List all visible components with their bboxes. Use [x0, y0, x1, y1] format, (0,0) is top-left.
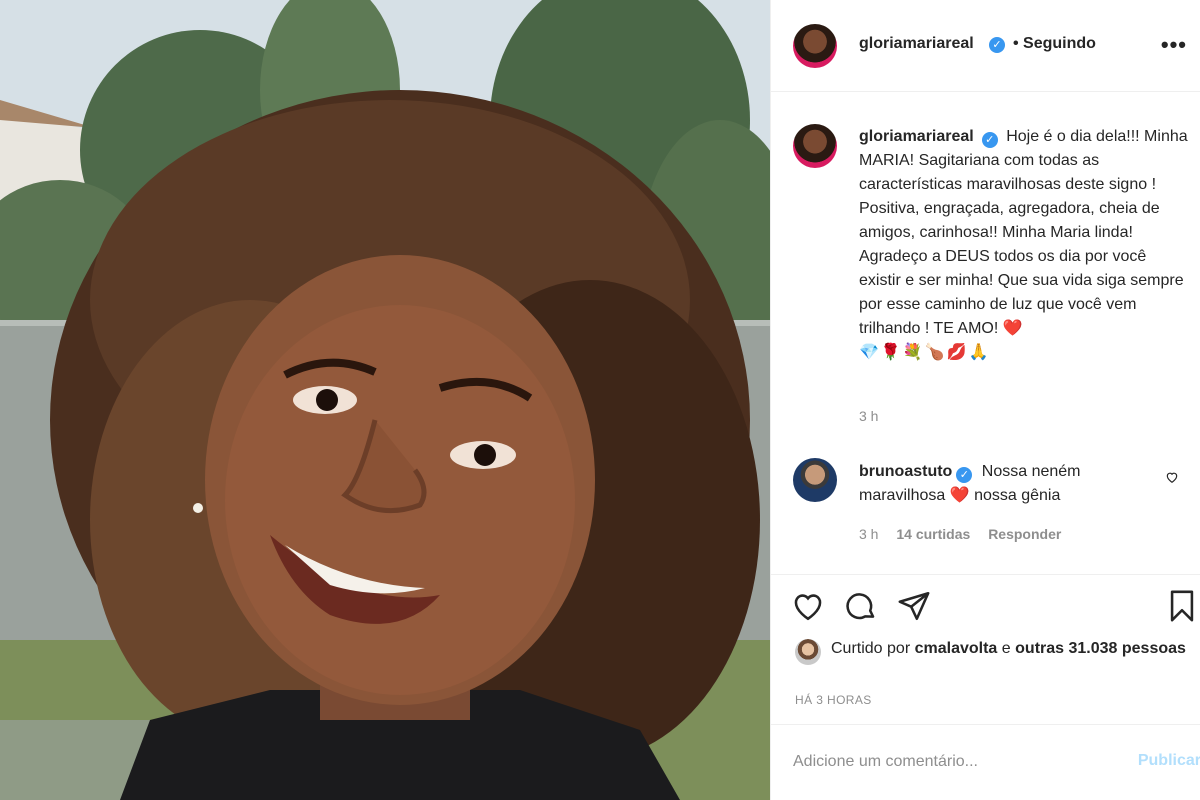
likes-prefix: Curtido por [831, 640, 911, 657]
author-username[interactable]: gloriamariareal [859, 35, 974, 53]
caption-body: gloriamariareal ✓ Hoje é o dia dela!!! Mi… [859, 125, 1189, 365]
comment-input[interactable] [793, 745, 1093, 779]
share-paper-plane-icon[interactable] [897, 589, 931, 623]
likes-text: Curtido por cmalavolta e outras 31.038 p… [831, 637, 1191, 661]
author-avatar[interactable] [793, 24, 837, 68]
comment-body: brunoastuto ✓ Nossa neném maravilhosa ❤️ … [859, 460, 1149, 508]
likes-mid: e [1001, 640, 1011, 657]
reply-button[interactable]: Responder [988, 526, 1061, 542]
comment-bubble-icon[interactable] [844, 589, 878, 623]
caption-time[interactable]: 3 h [859, 408, 878, 424]
commenter-username[interactable]: brunoastuto [859, 463, 952, 480]
add-comment-bar: Publicar [771, 724, 1200, 800]
verified-badge-icon: ✓ [989, 37, 1005, 53]
like-comment-heart-icon[interactable] [1165, 470, 1179, 487]
caption-emojis: 💎🌹💐🍗💋🙏 [859, 344, 991, 361]
comment-text-part2: nossa gênia [974, 487, 1061, 504]
likes-others-count[interactable]: outras 31.038 pessoas [1015, 640, 1186, 657]
liker-avatar[interactable] [795, 639, 821, 665]
more-options-icon[interactable]: ••• [1161, 32, 1187, 58]
comment-meta: 3 h 14 curtidas Responder [859, 526, 1075, 542]
post-actions: Curtido por cmalavolta e outras 31.038 p… [771, 574, 1200, 724]
post-caption: gloriamariareal ✓ Hoje é o dia dela!!! Mi… [771, 92, 1200, 432]
portrait-illustration [0, 0, 770, 800]
follow-status[interactable]: • Seguindo [1013, 35, 1096, 53]
verified-badge-icon: ✓ [981, 132, 998, 148]
publish-button[interactable]: Publicar [1138, 752, 1200, 770]
liker-username[interactable]: cmalavolta [915, 640, 998, 657]
post-header: gloriamariareal ✓ • Seguindo ••• [771, 0, 1200, 92]
comment-likes-count[interactable]: 14 curtidas [896, 526, 970, 542]
caption-username[interactable]: gloriamariareal [859, 128, 974, 145]
comment-item: brunoastuto ✓ Nossa neném maravilhosa ❤️ … [771, 452, 1200, 562]
verified-badge-icon: ✓ [956, 467, 973, 483]
post-photo[interactable] [0, 0, 770, 800]
comment-heart-emoji: ❤️ [949, 487, 970, 504]
comment-time[interactable]: 3 h [859, 526, 878, 542]
commenter-avatar[interactable] [793, 458, 837, 502]
post-side-panel: gloriamariareal ✓ • Seguindo ••• gloriam… [770, 0, 1200, 800]
caption-text: Hoje é o dia dela!!! Minha MARIA! Sagita… [859, 128, 1188, 337]
post-timestamp[interactable]: HÁ 3 HORAS [795, 693, 872, 707]
save-bookmark-icon[interactable] [1165, 589, 1199, 623]
like-heart-icon[interactable] [791, 589, 825, 623]
caption-author-avatar[interactable] [793, 124, 837, 168]
